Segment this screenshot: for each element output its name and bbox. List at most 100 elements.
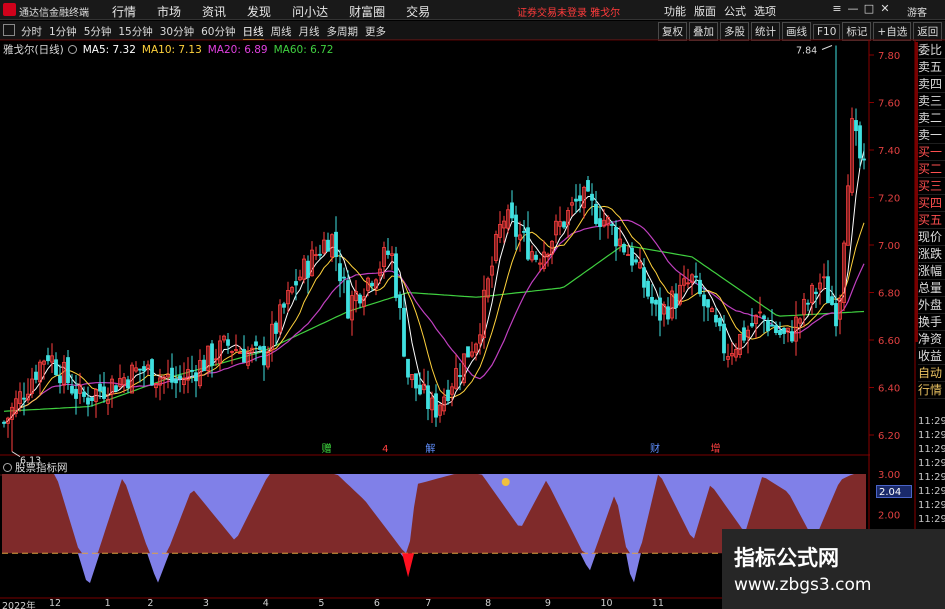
candle xyxy=(382,241,386,279)
order-book-row-5[interactable]: 卖一 xyxy=(918,127,945,144)
candle-body xyxy=(326,239,330,252)
candle-body xyxy=(698,279,702,295)
order-book-row-6[interactable]: 买一 xyxy=(918,144,945,161)
candle xyxy=(422,368,426,394)
order-book-row-2[interactable]: 卖四 xyxy=(918,76,945,93)
candle xyxy=(850,107,854,196)
order-book-row-15[interactable]: 外盘 xyxy=(918,297,945,314)
candle-body xyxy=(446,389,450,402)
candle-body xyxy=(86,397,90,405)
candle xyxy=(706,299,710,321)
sub-panel-title[interactable]: 股票指标网 xyxy=(3,460,68,475)
candle-body xyxy=(98,383,102,392)
candle-body xyxy=(622,244,626,253)
candle xyxy=(262,336,266,381)
order-book-row-0[interactable]: 委比 xyxy=(918,42,945,59)
candle-body xyxy=(806,302,810,305)
candle-body xyxy=(814,291,818,294)
candle xyxy=(230,350,234,365)
candle xyxy=(826,260,830,304)
order-book-row-10[interactable]: 买五 xyxy=(918,212,945,229)
candle-body xyxy=(90,397,94,401)
candle-body xyxy=(370,282,374,287)
candle xyxy=(78,372,82,404)
candle-body xyxy=(318,253,322,256)
candle-body xyxy=(174,378,178,384)
order-book-row-14[interactable]: 总量 xyxy=(918,280,945,297)
candle xyxy=(186,357,190,394)
candle xyxy=(806,299,810,312)
trading-terminal-window: 通达信金融终端 行情 市场 资讯 发现 问小达 财富圈 交易 证券交易未登录 雅戈尔 功能版… xyxy=(0,0,945,609)
sub-settings-icon[interactable] xyxy=(3,463,12,472)
candle-body xyxy=(346,280,350,319)
order-book-row-17[interactable]: 净资 xyxy=(918,331,945,348)
candle-body xyxy=(386,250,390,255)
candle xyxy=(102,372,106,403)
sub-panel-name: 股票指标网 xyxy=(15,462,68,474)
candle xyxy=(10,402,14,452)
candle-body xyxy=(630,247,634,266)
order-book-row-9[interactable]: 买四 xyxy=(918,195,945,212)
candle-body xyxy=(722,323,726,354)
order-book-row-7[interactable]: 买二 xyxy=(918,161,945,178)
candle xyxy=(62,355,66,394)
candle-body xyxy=(694,275,698,278)
kline-chart[interactable]: 7.80 7.60 7.40 7.20 7.00 6.80 6.60 6.40 6.20 赠 4 解… xyxy=(0,0,945,609)
order-book-row-11[interactable]: 现价 xyxy=(918,229,945,246)
order-book-row-4[interactable]: 卖二 xyxy=(918,110,945,127)
candle xyxy=(174,366,178,399)
candle-body xyxy=(274,322,278,334)
candle xyxy=(846,174,850,246)
candle-body xyxy=(522,231,526,233)
candle-body xyxy=(282,303,286,308)
order-book-row-1[interactable]: 卖五 xyxy=(918,59,945,76)
candle-body xyxy=(402,307,406,357)
candle xyxy=(354,280,358,313)
order-book-row-13[interactable]: 涨幅 xyxy=(918,263,945,280)
candle-body xyxy=(862,158,866,161)
price-extremes: 7.846.13 xyxy=(11,45,833,467)
candle xyxy=(470,341,474,359)
side-button-0[interactable]: 自动 xyxy=(918,365,945,382)
candle xyxy=(570,196,574,217)
candle xyxy=(818,273,822,305)
candle xyxy=(490,256,494,288)
order-book-row-16[interactable]: 换手 xyxy=(918,314,945,331)
candle xyxy=(402,295,406,358)
price-tick-label-7: 6.40 xyxy=(878,384,900,395)
candle-body xyxy=(82,391,86,397)
candle xyxy=(386,238,390,259)
candle xyxy=(206,345,210,377)
time-axis-label-6: 5 xyxy=(318,598,325,609)
candle-body xyxy=(594,203,598,224)
candle xyxy=(790,320,794,343)
candle-body xyxy=(510,202,514,219)
candle xyxy=(426,370,430,421)
candle xyxy=(594,191,598,226)
candle xyxy=(830,285,834,306)
candle xyxy=(210,339,214,378)
candle xyxy=(674,283,678,320)
order-book-row-8[interactable]: 买三 xyxy=(918,178,945,195)
watermark-title: 指标公式网 xyxy=(734,546,839,570)
time-entry-2: 11:29 xyxy=(918,444,945,455)
candle xyxy=(38,359,42,395)
order-book-row-3[interactable]: 卖三 xyxy=(918,93,945,110)
candle xyxy=(286,281,290,313)
side-button-1[interactable]: 行情 xyxy=(918,382,945,399)
price-tick-label-6: 6.60 xyxy=(878,336,900,347)
candle-body xyxy=(654,299,658,305)
order-book-row-18[interactable]: 收益 xyxy=(918,348,945,365)
candle-body xyxy=(770,324,774,327)
candle xyxy=(822,263,826,291)
candle-body xyxy=(778,329,782,335)
candle-body xyxy=(642,267,646,288)
time-entry-4: 11:29 xyxy=(918,472,945,483)
time-axis-label-3: 2 xyxy=(147,598,154,609)
order-book-row-12[interactable]: 涨跌 xyxy=(918,246,945,263)
candle xyxy=(58,364,62,394)
candle xyxy=(190,355,194,383)
candle xyxy=(98,374,102,399)
sub-axis-label-1: 2.00 xyxy=(878,511,900,522)
candle-body xyxy=(294,281,298,286)
